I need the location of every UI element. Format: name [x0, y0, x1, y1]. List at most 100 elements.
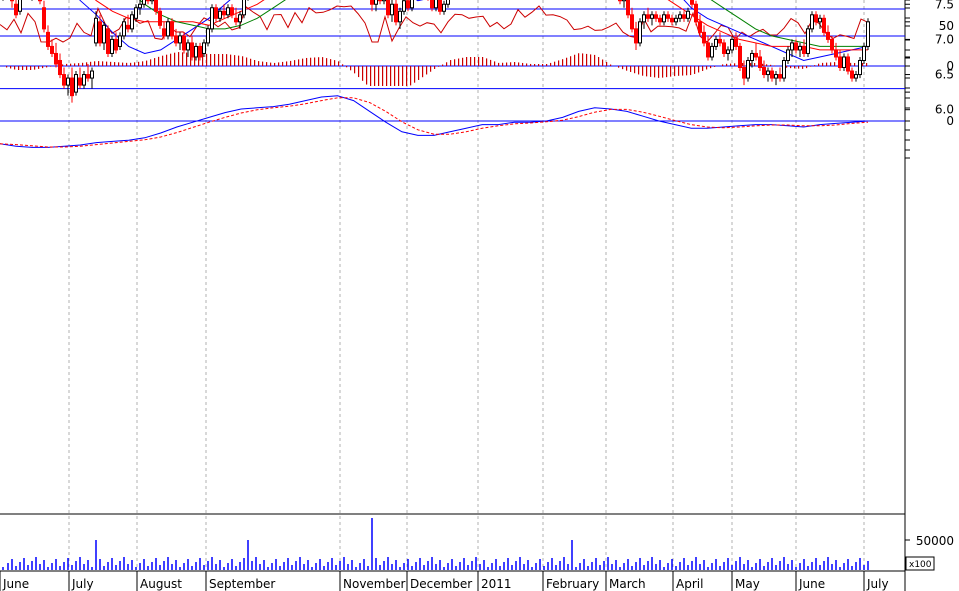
histogram-bar — [582, 53, 584, 66]
candle-body — [134, 7, 138, 19]
candle-body — [122, 21, 126, 37]
histogram-bar — [862, 63, 864, 66]
histogram-bar — [126, 62, 128, 66]
volume-tick-label: 50000 — [916, 534, 954, 548]
histogram-bar — [798, 66, 800, 69]
histogram-bar — [118, 62, 120, 66]
histogram-bar — [814, 65, 816, 66]
histogram-bar — [430, 66, 432, 72]
histogram-bar — [790, 66, 792, 69]
histogram-bar — [166, 54, 168, 66]
histogram-bar — [682, 66, 684, 76]
candle-body — [218, 10, 222, 19]
histogram-bar — [474, 57, 476, 66]
candle-body — [842, 56, 846, 69]
candle-body — [146, 0, 150, 2]
candle-body — [126, 24, 130, 30]
candle-body — [226, 7, 230, 16]
candle-body — [186, 42, 190, 51]
histogram-bar — [78, 63, 80, 66]
candle-body — [70, 77, 74, 97]
candle-body — [242, 0, 246, 16]
histogram-bar — [622, 66, 624, 70]
histogram-bar — [586, 53, 588, 66]
histogram-bar — [530, 63, 532, 66]
histogram-bar — [106, 61, 108, 66]
month-label: November — [343, 577, 405, 591]
histogram-bar — [66, 63, 68, 66]
candle-body — [834, 49, 838, 58]
histogram-bar — [202, 53, 204, 66]
histogram-bar — [570, 56, 572, 66]
candle-body — [162, 28, 166, 37]
candle-body — [174, 35, 178, 44]
histogram-bar — [250, 58, 252, 66]
histogram-bar — [362, 66, 364, 81]
histogram-bar — [458, 58, 460, 66]
histogram-bar — [526, 63, 528, 66]
histogram-bar — [734, 63, 736, 66]
histogram-bar — [390, 66, 392, 86]
histogram-bar — [670, 66, 672, 77]
histogram-bar — [70, 63, 72, 66]
histogram-bar — [394, 66, 396, 86]
candle-body — [650, 14, 654, 19]
histogram-bar — [6, 66, 8, 68]
histogram-bar — [574, 54, 576, 66]
histogram-bar — [18, 66, 20, 70]
candle-body — [86, 74, 90, 79]
month-label: December — [410, 577, 472, 591]
histogram-bar — [434, 66, 436, 69]
histogram-bar — [278, 62, 280, 66]
histogram-bar — [642, 66, 644, 76]
histogram-bar — [374, 66, 376, 86]
histogram-bar — [334, 60, 336, 66]
candle-body — [670, 17, 674, 23]
candle-body — [806, 28, 810, 54]
candle-body — [846, 56, 850, 72]
histogram-bar — [822, 62, 824, 66]
histogram-bar — [302, 58, 304, 66]
histogram-bar — [482, 57, 484, 66]
histogram-bar — [514, 62, 516, 66]
histogram-bar — [414, 66, 416, 83]
histogram-bar — [446, 62, 448, 66]
candle-body — [430, 0, 434, 9]
candle-body — [194, 45, 198, 58]
candle-body — [18, 0, 22, 12]
candle-body — [822, 17, 826, 33]
histogram-bar — [558, 60, 560, 66]
histogram-bar — [494, 61, 496, 66]
histogram-bar — [142, 61, 144, 66]
candle-body — [434, 0, 438, 9]
candle-body — [198, 45, 202, 58]
candle-body — [202, 42, 206, 54]
month-label: August — [140, 577, 182, 591]
histogram-bar — [170, 53, 172, 66]
candle-body — [638, 21, 642, 44]
histogram-bar — [834, 62, 836, 66]
candle-body — [82, 74, 86, 86]
histogram-bar — [42, 66, 44, 69]
histogram-bar — [406, 66, 408, 86]
candle-body — [210, 7, 214, 30]
histogram-bar — [114, 62, 116, 66]
candle-body — [742, 67, 746, 79]
candle-body — [206, 28, 210, 44]
histogram-bar — [450, 60, 452, 66]
histogram-bar — [422, 66, 424, 78]
histogram-bar — [766, 64, 768, 66]
histogram-bar — [154, 58, 156, 66]
candle-body — [762, 67, 766, 76]
candle-body — [90, 70, 94, 79]
histogram-bar — [618, 66, 620, 68]
candle-body — [786, 49, 790, 61]
histogram-bar — [546, 64, 548, 66]
histogram-bar — [186, 52, 188, 66]
histogram-bar — [606, 62, 608, 66]
month-label: April — [676, 577, 703, 591]
histogram-bar — [22, 66, 24, 70]
histogram-bar — [398, 66, 400, 86]
histogram-bar — [294, 60, 296, 66]
candle-body — [722, 42, 726, 54]
